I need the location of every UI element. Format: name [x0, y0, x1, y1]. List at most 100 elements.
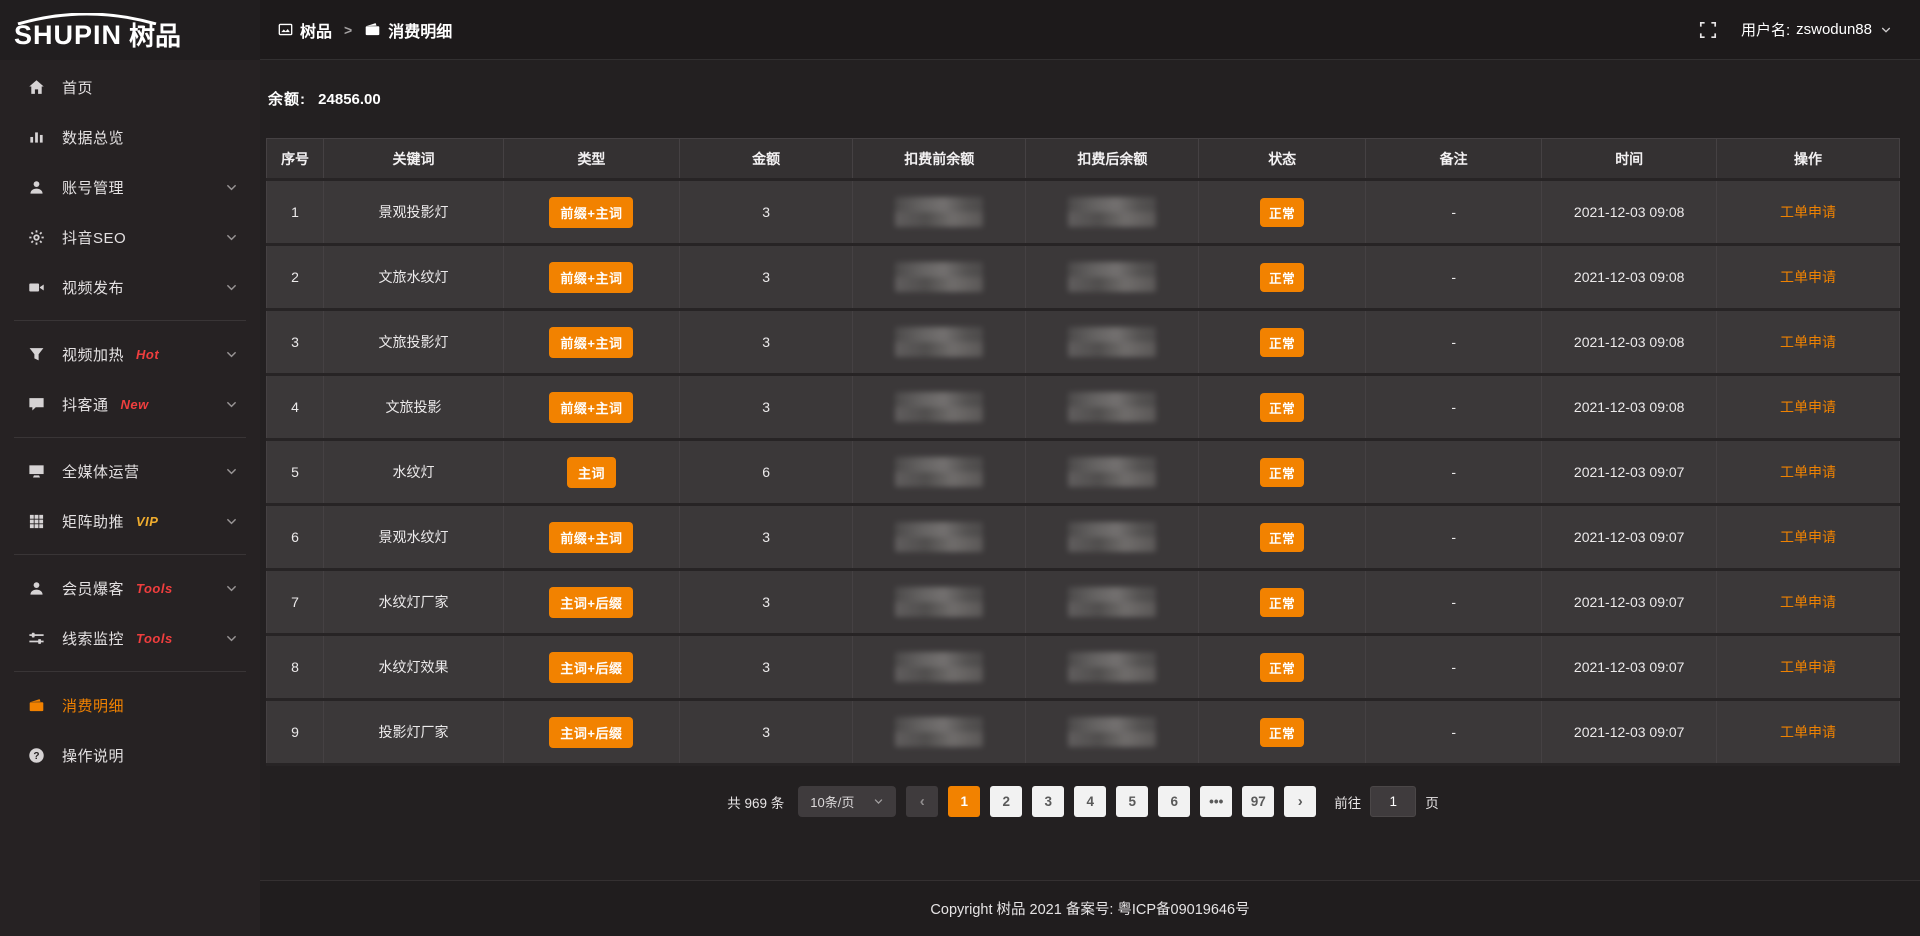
cell-balance-after [1026, 505, 1199, 570]
sidebar-item-matrix-boost[interactable]: 矩阵助推VIP [0, 496, 260, 546]
status-badge: 正常 [1260, 653, 1304, 682]
logo-wordmark: SHUPIN [14, 12, 122, 49]
sidebar-item-video-heat[interactable]: 视频加热Hot [0, 329, 260, 379]
cell-time: 2021-12-03 09:07 [1542, 700, 1717, 765]
sidebar-item-douketong[interactable]: 抖客通 New [0, 379, 260, 429]
ticket-request-link[interactable]: 工单申请 [1780, 334, 1836, 350]
redacted-balance [895, 197, 983, 227]
sidebar-item-tag: Tools [136, 581, 173, 596]
app-logo[interactable]: SHUPIN 树品 [0, 0, 260, 60]
status-badge: 正常 [1260, 198, 1304, 227]
type-badge: 前缀+主词 [549, 392, 633, 423]
sidebar-item-video-publish[interactable]: 视频发布 [0, 262, 260, 312]
redacted-balance [1068, 262, 1156, 292]
ticket-request-link[interactable]: 工单申请 [1780, 464, 1836, 480]
sidebar-item-member-baoke[interactable]: 会员爆客Tools [0, 563, 260, 613]
cell-note: - [1365, 440, 1541, 505]
chevron-down-icon [1880, 24, 1892, 36]
status-badge: 正常 [1260, 328, 1304, 357]
cell-status: 正常 [1199, 635, 1366, 700]
ticket-request-link[interactable]: 工单申请 [1780, 399, 1836, 415]
status-badge: 正常 [1260, 523, 1304, 552]
breadcrumb-label: 树品 [300, 18, 332, 42]
cell-status: 正常 [1199, 180, 1366, 245]
breadcrumb-item[interactable]: 树品 [278, 18, 332, 42]
breadcrumb: 树品>消费明细 [278, 18, 452, 42]
goto-page-input[interactable] [1370, 786, 1416, 817]
cell-balance-after [1026, 700, 1199, 765]
ticket-request-link[interactable]: 工单申请 [1780, 269, 1836, 285]
table-row: 1景观投影灯前缀+主词3正常-2021-12-03 09:08工单申请 [267, 180, 1900, 245]
prev-page-button[interactable]: ‹ [906, 786, 938, 817]
redacted-balance [895, 457, 983, 487]
cell-balance-after [1026, 310, 1199, 375]
sidebar-item-data-overview[interactable]: 数据总览 [0, 112, 260, 162]
balance-value: 24856.00 [318, 91, 381, 108]
cell-balance-after [1026, 440, 1199, 505]
chevron-down-icon [225, 515, 238, 528]
sidebar-item-account-management[interactable]: 账号管理 [0, 162, 260, 212]
table-row: 9投影灯厂家主词+后缀3正常-2021-12-03 09:07工单申请 [267, 700, 1900, 765]
chevron-down-icon [873, 796, 884, 807]
table-row: 7水纹灯厂家主词+后缀3正常-2021-12-03 09:07工单申请 [267, 570, 1900, 635]
page-button-97[interactable]: 97 [1242, 786, 1274, 817]
ticket-request-link[interactable]: 工单申请 [1780, 724, 1836, 740]
page-size-select[interactable]: 10条/页 [798, 786, 896, 817]
cell-balance-before [853, 375, 1026, 440]
cell-time: 2021-12-03 09:07 [1542, 505, 1717, 570]
cell-type: 前缀+主词 [503, 245, 679, 310]
column-header: 时间 [1542, 139, 1717, 180]
page-button-5[interactable]: 5 [1116, 786, 1148, 817]
sidebar-item-clue-monitor[interactable]: 线索监控Tools [0, 613, 260, 663]
user-menu[interactable]: 用户名: zswodun88 [1741, 19, 1892, 40]
cell-note: - [1365, 375, 1541, 440]
page-button-4[interactable]: 4 [1074, 786, 1106, 817]
cell-type: 前缀+主词 [503, 505, 679, 570]
ticket-request-link[interactable]: 工单申请 [1780, 529, 1836, 545]
svg-text:?: ? [33, 750, 39, 761]
cell-balance-after [1026, 180, 1199, 245]
redacted-balance [1068, 457, 1156, 487]
chevron-down-icon [225, 281, 238, 294]
funnel-icon [26, 346, 46, 363]
page-button-6[interactable]: 6 [1158, 786, 1190, 817]
sidebar-item-label: 抖客通 [62, 394, 109, 415]
page-button-2[interactable]: 2 [990, 786, 1022, 817]
page-button-3[interactable]: 3 [1032, 786, 1064, 817]
cell-note: - [1365, 245, 1541, 310]
chevron-down-icon [225, 582, 238, 595]
more-pages-button[interactable]: ••• [1200, 786, 1232, 817]
ticket-request-link[interactable]: 工单申请 [1780, 594, 1836, 610]
cell-keyword: 文旅投影 [324, 375, 504, 440]
cell-amount: 3 [680, 505, 853, 570]
cell-balance-before [853, 440, 1026, 505]
sidebar-item-douyin-seo[interactable]: 抖音SEO [0, 212, 260, 262]
sidebar-item-home[interactable]: 首页 [0, 62, 260, 112]
breadcrumb-label: 消费明细 [388, 18, 452, 42]
sidebar-item-operation-guide[interactable]: ?操作说明 [0, 730, 260, 780]
cell-type: 主词+后缀 [503, 635, 679, 700]
cell-time: 2021-12-03 09:08 [1542, 375, 1717, 440]
sidebar-item-tag: Tools [136, 631, 173, 646]
cell-amount: 3 [680, 245, 853, 310]
sidebar-item-all-media[interactable]: 全媒体运营 [0, 446, 260, 496]
page-size-value: 10条/页 [810, 792, 854, 811]
ticket-request-link[interactable]: 工单申请 [1780, 204, 1836, 220]
cell-status: 正常 [1199, 375, 1366, 440]
sliders-icon [26, 630, 46, 647]
next-page-button[interactable]: › [1284, 786, 1316, 817]
ticket-request-link[interactable]: 工单申请 [1780, 659, 1836, 675]
chevron-down-icon [225, 231, 238, 244]
cell-note: - [1365, 700, 1541, 765]
chevron-down-icon [225, 632, 238, 645]
sidebar-item-tag: New [121, 397, 149, 412]
cell-type: 主词+后缀 [503, 700, 679, 765]
redacted-balance [895, 587, 983, 617]
redacted-balance [1068, 587, 1156, 617]
breadcrumb-item[interactable]: 消费明细 [364, 18, 452, 42]
page-button-1[interactable]: 1 [948, 786, 980, 817]
fullscreen-icon[interactable] [1699, 21, 1717, 39]
status-badge: 正常 [1260, 263, 1304, 292]
sidebar-item-label: 首页 [62, 77, 93, 98]
sidebar-item-consumption-detail[interactable]: 消费明细 [0, 680, 260, 730]
